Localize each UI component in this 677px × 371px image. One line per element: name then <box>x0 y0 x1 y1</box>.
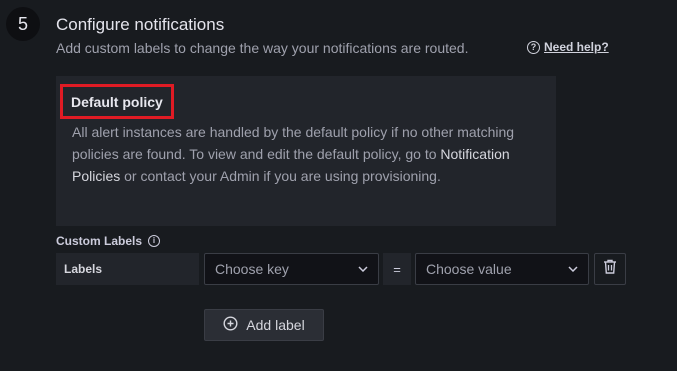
default-policy-description: All alert instances are handled by the d… <box>72 121 542 187</box>
custom-labels-label: Custom Labels <box>56 234 143 248</box>
delete-label-button[interactable] <box>594 253 626 285</box>
trash-icon <box>603 259 617 279</box>
default-policy-title: Default policy <box>60 84 174 119</box>
add-label-text: Add label <box>246 317 305 333</box>
equals-operator: = <box>383 253 411 285</box>
section-subtitle: Add custom labels to change the way your… <box>56 40 469 56</box>
add-label-button[interactable]: Add label <box>204 309 324 341</box>
policy-desc-text-2: or contact your Admin if you are using p… <box>120 168 441 184</box>
chevron-down-icon <box>568 264 578 275</box>
question-circle-icon: ? <box>527 40 540 54</box>
choose-key-placeholder: Choose key <box>215 261 289 277</box>
plus-circle-icon <box>223 316 238 334</box>
choose-value-placeholder: Choose value <box>426 261 512 277</box>
step-number-badge: 5 <box>6 7 40 41</box>
need-help-link[interactable]: ? Need help? <box>527 40 609 54</box>
section-title: Configure notifications <box>56 15 225 34</box>
choose-value-select[interactable]: Choose value <box>415 253 589 285</box>
info-icon[interactable]: i <box>148 235 161 247</box>
need-help-label: Need help? <box>544 40 609 54</box>
chevron-down-icon <box>358 264 368 275</box>
labels-row-label: Labels <box>56 253 199 285</box>
choose-key-select[interactable]: Choose key <box>204 253 379 285</box>
custom-labels-heading: Custom Labels i <box>56 234 161 248</box>
